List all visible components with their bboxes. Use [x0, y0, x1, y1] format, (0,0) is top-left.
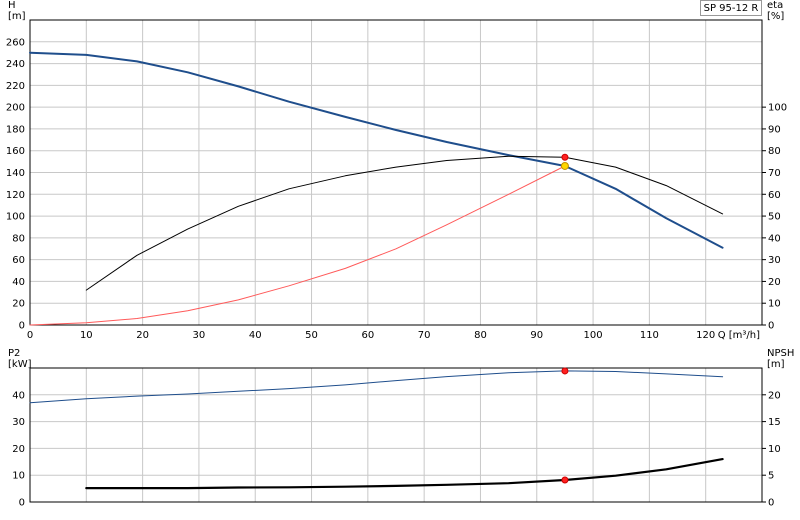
bottom-series-line-0: [29, 370, 724, 404]
top-right-tick-label-7: 70: [768, 168, 781, 179]
bottom-left-tick-label-4: 40: [12, 390, 25, 401]
pump-model-label: SP 95-12 R: [700, 0, 762, 16]
top-left-tick-label-12: 240: [6, 59, 25, 70]
top-left-tick-label-9: 180: [6, 124, 25, 135]
bottom-duty-point-marker-1: [561, 476, 569, 484]
bottom-right-tick-label-0: 0: [768, 498, 774, 509]
top-left-tick-label-8: 160: [6, 146, 25, 157]
top-x-tick-label-11: 110: [640, 330, 659, 341]
bottom-left-tick-label-3: 30: [12, 417, 25, 428]
top-x-tick-label-10: 100: [584, 330, 603, 341]
top-x-axis-label: Q [m³/h]: [718, 330, 760, 341]
top-x-tick-label-3: 30: [193, 330, 206, 341]
top-left-axis-unit: [m]: [8, 11, 26, 22]
pump-curve-svg: 0 10 20 30 40 50 60 70 80 90 100 110 120020406080100…: [6, 0, 794, 509]
top-right-tick-label-1: 10: [768, 299, 781, 310]
top-duty-point-marker-1: [560, 161, 569, 170]
top-left-tick-label-2: 40: [12, 277, 25, 288]
top-x-tick-label-6: 60: [361, 330, 374, 341]
bottom-left-tick-label-0: 0: [19, 498, 25, 509]
top-right-tick-label-2: 20: [768, 277, 781, 288]
bottom-left-tick-label-2: 20: [12, 444, 25, 455]
top-series-line-0: [29, 51, 724, 249]
top-left-tick-label-0: 0: [19, 321, 25, 332]
bottom-duty-point-marker-0: [561, 367, 569, 375]
top-x-tick-label-4: 40: [249, 330, 262, 341]
top-right-tick-label-10: 100: [768, 103, 787, 114]
bottom-right-axis-unit: [m]: [767, 359, 785, 370]
top-left-tick-label-7: 140: [6, 168, 25, 179]
bottom-right-tick-label-1: 5: [768, 471, 774, 482]
bottom-right-tick-label-3: 15: [768, 417, 781, 428]
top-left-tick-label-13: 260: [6, 37, 25, 48]
bottom-right-tick-label-4: 20: [768, 390, 781, 401]
bottom-right-axis-label: NPSH: [767, 348, 794, 359]
top-left-tick-label-10: 200: [6, 103, 25, 114]
top-duty-point-marker-0: [561, 153, 569, 161]
top-x-tick-label-9: 90: [530, 330, 543, 341]
top-left-axis-label: H: [8, 0, 16, 11]
top-left-tick-label-3: 60: [12, 255, 25, 266]
top-x-tick-label-0: 0: [27, 330, 33, 341]
top-x-tick-label-7: 70: [418, 330, 431, 341]
top-right-axis-label: eta: [767, 0, 783, 11]
top-right-tick-label-0: 0: [768, 321, 774, 332]
top-x-tick-label-8: 80: [474, 330, 487, 341]
top-right-tick-label-3: 30: [768, 255, 781, 266]
top-right-tick-label-9: 90: [768, 124, 781, 135]
top-left-tick-label-1: 20: [12, 299, 25, 310]
top-right-tick-label-8: 80: [768, 146, 781, 157]
top-left-tick-label-11: 220: [6, 81, 25, 92]
top-left-tick-label-6: 120: [6, 190, 25, 201]
top-x-tick-label-5: 50: [305, 330, 318, 341]
top-right-axis-unit: [%]: [767, 11, 784, 22]
bottom-left-axis-label: P2: [8, 348, 20, 359]
top-left-tick-label-5: 100: [6, 212, 25, 223]
top-series-line-2: [29, 165, 566, 326]
bottom-left-tick-label-1: 10: [12, 471, 25, 482]
top-x-tick-label-2: 20: [136, 330, 149, 341]
top-series-line-1: [85, 155, 724, 291]
top-left-tick-label-4: 80: [12, 233, 25, 244]
bottom-plot-frame: [29, 367, 763, 503]
bottom-left-axis-unit: [kW]: [8, 359, 32, 370]
top-x-tick-label-12: 120: [696, 330, 715, 341]
top-x-tick-label-1: 10: [80, 330, 93, 341]
bottom-right-tick-label-2: 10: [768, 444, 781, 455]
pump-curve-figure: 0 10 20 30 40 50 60 70 80 90 100 110 120 0 20 40 60 80 100…: [0, 0, 800, 520]
top-right-tick-label-5: 50: [768, 212, 781, 223]
top-right-tick-label-6: 60: [768, 190, 781, 201]
bottom-series-line-1: [85, 458, 724, 490]
top-right-tick-label-4: 40: [768, 233, 781, 244]
